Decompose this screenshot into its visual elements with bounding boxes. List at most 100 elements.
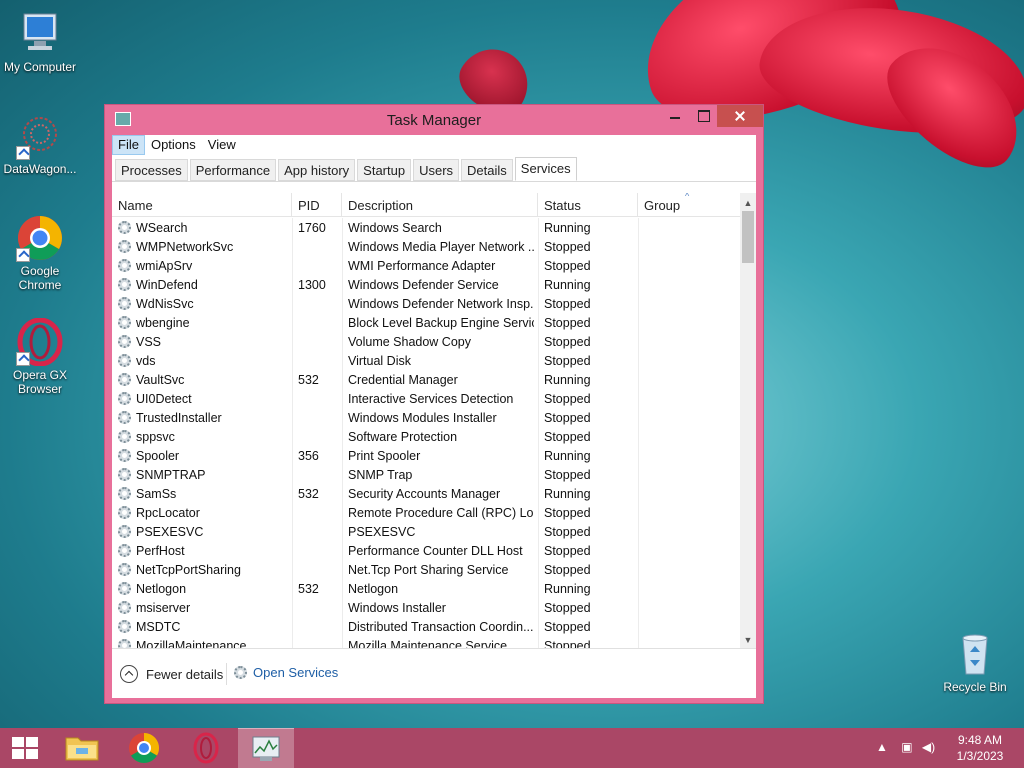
desktop-icon-recycle-bin[interactable]: Recycle Bin	[935, 630, 1015, 694]
taskbar-task-manager[interactable]	[238, 728, 294, 768]
tab-performance[interactable]: Performance	[189, 159, 277, 181]
table-row[interactable]: Spooler 356 Print Spooler Running	[112, 446, 740, 465]
service-name: RpcLocator	[136, 506, 200, 520]
tab-divider	[112, 181, 756, 182]
minimize-button[interactable]	[661, 105, 689, 127]
close-button[interactable]	[717, 105, 763, 127]
service-name: wbengine	[136, 316, 190, 330]
service-pid: 1760	[298, 221, 326, 235]
service-description: Windows Defender Service	[348, 278, 499, 292]
taskbar-file-explorer[interactable]	[54, 728, 110, 768]
service-description: Remote Procedure Call (RPC) Lo...	[348, 506, 534, 520]
service-description: Block Level Backup Engine Service	[348, 316, 534, 330]
service-status: Stopped	[544, 601, 591, 615]
open-services-link[interactable]: Open Services	[234, 665, 338, 680]
table-row[interactable]: vds Virtual Disk Stopped	[112, 351, 740, 370]
tab-services[interactable]: Services	[514, 157, 577, 181]
scroll-thumb[interactable]	[742, 211, 754, 263]
sort-ascending-icon: ^	[685, 193, 690, 201]
service-gear-icon	[118, 335, 131, 348]
service-status: Running	[544, 487, 591, 501]
task-manager-window: Task Manager File Options View Processes…	[104, 104, 764, 704]
service-name: VaultSvc	[136, 373, 185, 387]
column-header-description[interactable]: Description	[342, 193, 538, 217]
table-row[interactable]: WMPNetworkSvc Windows Media Player Networ…	[112, 237, 740, 256]
table-row[interactable]: VSS Volume Shadow Copy Stopped	[112, 332, 740, 351]
service-gear-icon	[118, 373, 131, 386]
desktop-icon-my-computer[interactable]: My Computer	[0, 10, 80, 74]
service-name: PerfHost	[136, 544, 185, 558]
service-name: WMPNetworkSvc	[136, 240, 234, 254]
show-hidden-icons-icon[interactable]: ▲	[876, 740, 888, 754]
windows-logo-icon	[12, 737, 38, 759]
service-status: Stopped	[544, 335, 591, 349]
start-button[interactable]	[0, 728, 56, 768]
table-row[interactable]: SamSs 532 Security Accounts Manager Running	[112, 484, 740, 503]
desktop-icon-datawagon[interactable]: DataWagon...	[0, 112, 80, 176]
scroll-up-icon[interactable]: ▲	[740, 195, 756, 211]
service-pid: 356	[298, 449, 319, 463]
table-row[interactable]: MozillaMaintenance Mozilla Maintenance Se…	[112, 636, 740, 648]
services-gear-icon	[234, 666, 247, 679]
tab-users[interactable]: Users	[413, 159, 460, 181]
table-row[interactable]: msiserver Windows Installer Stopped	[112, 598, 740, 617]
service-pid: 1300	[298, 278, 326, 292]
tab-details[interactable]: Details	[461, 159, 513, 181]
tab-app-history[interactable]: App history	[278, 159, 356, 181]
table-row[interactable]: sppsvc Software Protection Stopped	[112, 427, 740, 446]
network-icon[interactable]: ▣	[901, 740, 912, 754]
vertical-scrollbar[interactable]: ▲ ▼	[740, 193, 756, 648]
service-gear-icon	[118, 240, 131, 253]
table-row[interactable]: TrustedInstaller Windows Modules Installe…	[112, 408, 740, 427]
service-status: Stopped	[544, 620, 591, 634]
volume-icon[interactable]: ◀)	[922, 740, 935, 754]
table-row[interactable]: wmiApSrv WMI Performance Adapter Stopped	[112, 256, 740, 275]
maximize-button[interactable]	[689, 105, 717, 127]
title-bar[interactable]: Task Manager	[105, 105, 763, 135]
scroll-down-icon[interactable]: ▼	[740, 632, 756, 648]
menu-view[interactable]: View	[202, 135, 242, 155]
service-status: Running	[544, 278, 591, 292]
service-name: Spooler	[136, 449, 180, 463]
service-description: WMI Performance Adapter	[348, 259, 496, 273]
table-row[interactable]: SNMPTRAP SNMP Trap Stopped	[112, 465, 740, 484]
table-row[interactable]: WinDefend 1300 Windows Defender Service Run…	[112, 275, 740, 294]
clock[interactable]: 9:48 AM 1/3/2023	[950, 732, 1010, 764]
service-name: NetTcpPortSharing	[136, 563, 241, 577]
service-description: PSEXESVC	[348, 525, 416, 539]
menu-file[interactable]: File	[112, 135, 145, 155]
menu-options[interactable]: Options	[145, 135, 202, 155]
desktop-icon-google-chrome[interactable]: Google Chrome	[0, 214, 80, 292]
table-row[interactable]: WSearch 1760 Windows Search Running	[112, 218, 740, 237]
service-gear-icon	[118, 525, 131, 538]
table-row[interactable]: PSEXESVC PSEXESVC Stopped	[112, 522, 740, 541]
column-header-status[interactable]: Status	[538, 193, 638, 217]
table-row[interactable]: WdNisSvc Windows Defender Network Insp...…	[112, 294, 740, 313]
service-description: Security Accounts Manager	[348, 487, 501, 501]
column-header-pid[interactable]: PID	[292, 193, 342, 217]
tab-processes[interactable]: Processes	[115, 159, 188, 181]
service-description: Credential Manager	[348, 373, 458, 387]
table-row[interactable]: VaultSvc 532 Credential Manager Running	[112, 370, 740, 389]
service-status: Stopped	[544, 430, 591, 444]
footer-bar: Fewer details Open Services	[112, 648, 756, 698]
service-gear-icon	[118, 544, 131, 557]
table-row[interactable]: NetTcpPortSharing Net.Tcp Port Sharing Se…	[112, 560, 740, 579]
computer-icon	[16, 10, 64, 58]
taskbar-chrome[interactable]	[116, 728, 172, 768]
taskbar-opera-gx[interactable]	[178, 728, 234, 768]
service-description: Netlogon	[348, 582, 399, 596]
table-row[interactable]: RpcLocator Remote Procedure Call (RPC) Lo…	[112, 503, 740, 522]
service-gear-icon	[118, 563, 131, 576]
table-row[interactable]: wbengine Block Level Backup Engine Servic…	[112, 313, 740, 332]
table-row[interactable]: Netlogon 532 Netlogon Running	[112, 579, 740, 598]
column-header-name[interactable]: Name	[112, 193, 292, 217]
table-row[interactable]: PerfHost Performance Counter DLL Host Stop…	[112, 541, 740, 560]
tab-startup[interactable]: Startup	[357, 159, 412, 181]
fewer-details-button[interactable]: Fewer details	[120, 665, 223, 683]
desktop-icon-opera-gx[interactable]: Opera GX Browser	[0, 317, 80, 396]
service-name: MSDTC	[136, 620, 181, 634]
table-row[interactable]: UI0Detect Interactive Services Detection S…	[112, 389, 740, 408]
opera-gx-icon	[16, 317, 64, 367]
table-row[interactable]: MSDTC Distributed Transaction Coordin... S…	[112, 617, 740, 636]
